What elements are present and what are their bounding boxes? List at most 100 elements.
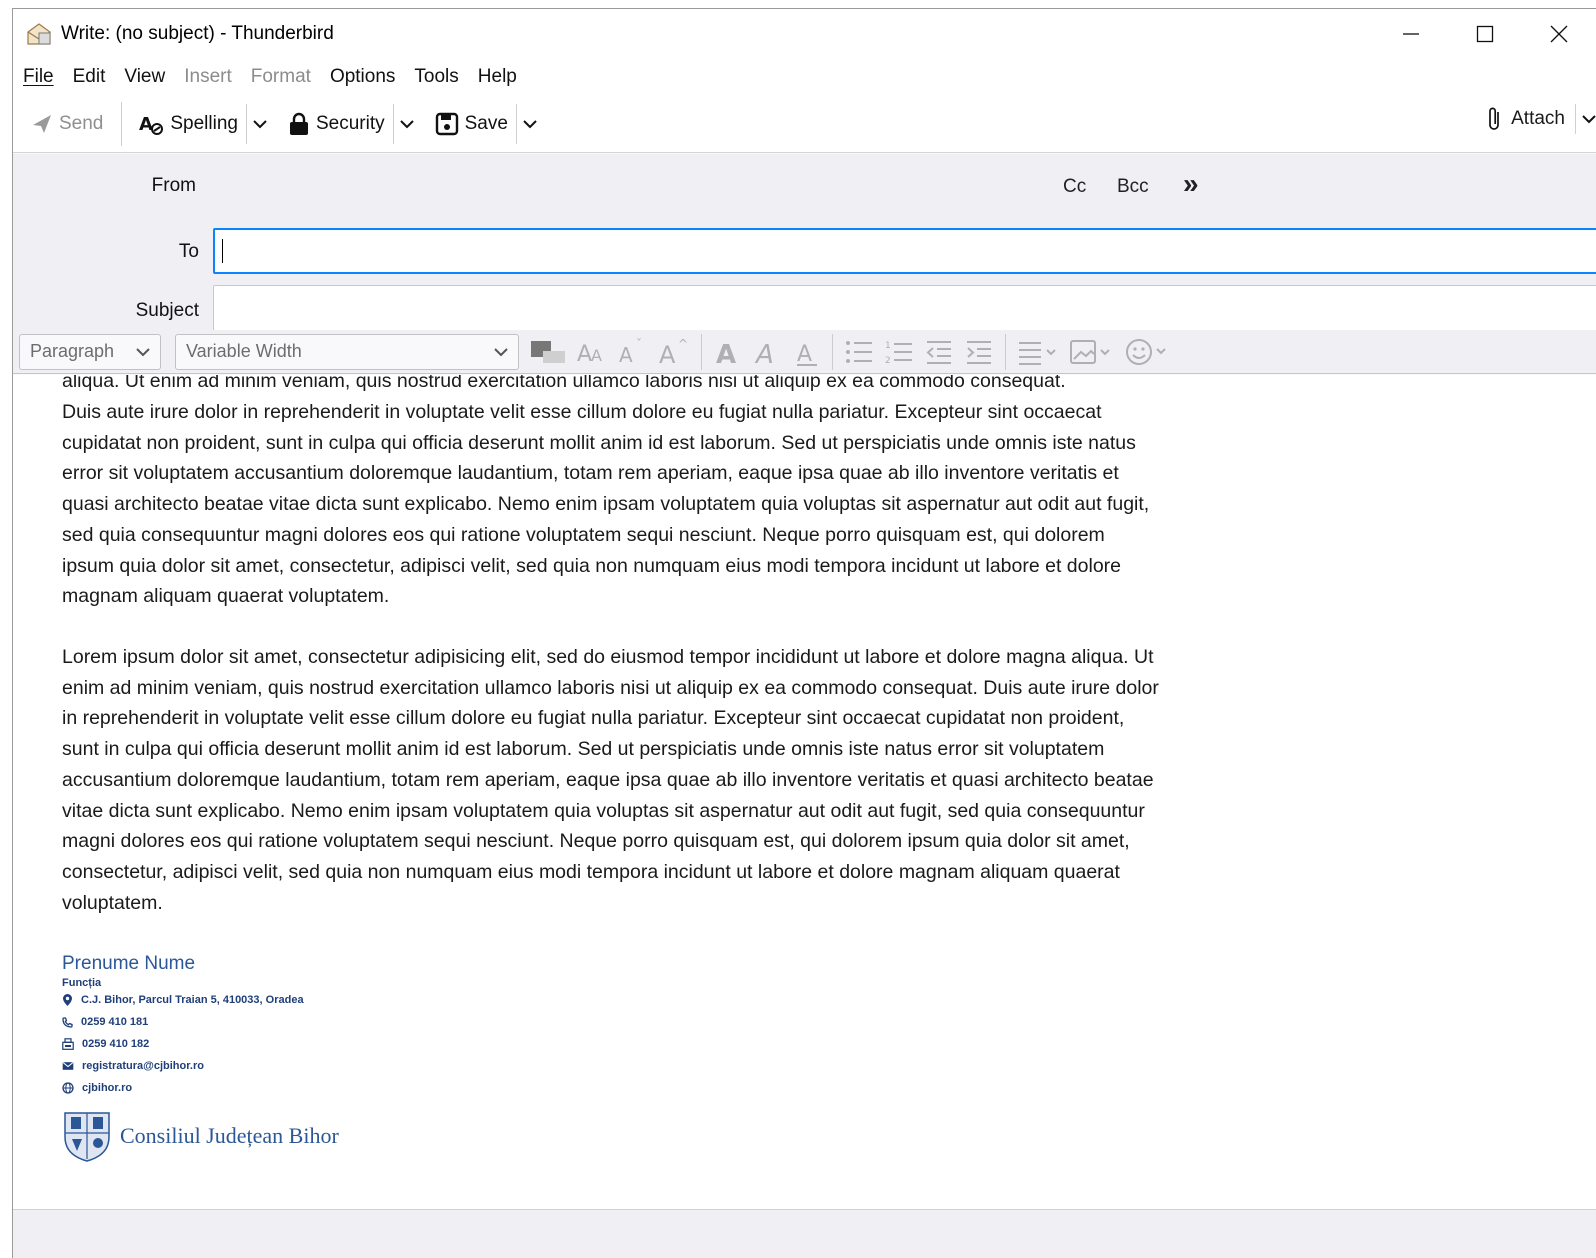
signature-email: registratura@cjbihor.ro <box>62 1055 339 1077</box>
title-bar: Write: (no subject) - Thunderbird <box>13 9 1596 59</box>
attach-label: Attach <box>1511 108 1565 129</box>
paragraph-format-select[interactable]: Paragraph <box>19 333 161 370</box>
save-label: Save <box>464 112 508 134</box>
body-cut-line: aliqua. Ut enim ad minim veniam, quis no… <box>62 375 1066 392</box>
bold-button[interactable]: A <box>714 337 742 367</box>
underline-icon: A <box>797 342 817 367</box>
subject-input[interactable] <box>213 285 1596 331</box>
save-icon <box>435 112 458 135</box>
svg-text:A: A <box>139 114 153 135</box>
underline-button[interactable]: A <box>794 337 820 367</box>
spelling-label: Spelling <box>170 112 238 134</box>
to-label: To <box>178 241 199 262</box>
svg-text:1: 1 <box>885 341 891 351</box>
toolbar-separator <box>121 101 123 146</box>
spelling-icon: A <box>139 114 164 135</box>
indent-icon <box>967 340 991 364</box>
signature-fax-text: 0259 410 182 <box>82 1038 150 1050</box>
chevron-down-icon <box>1582 115 1596 124</box>
menu-view[interactable]: View <box>124 66 165 88</box>
italic-button[interactable]: A <box>754 337 782 367</box>
insert-image-button[interactable] <box>1070 339 1114 365</box>
menu-insert[interactable]: Insert <box>184 66 232 88</box>
send-button[interactable]: Send <box>31 104 103 144</box>
svg-text:A: A <box>797 342 812 367</box>
bullet-list-button[interactable] <box>845 339 873 365</box>
chevron-down-icon <box>400 119 414 128</box>
security-label: Security <box>315 112 385 134</box>
menu-tools[interactable]: Tools <box>414 66 458 88</box>
mail-icon <box>62 1062 74 1070</box>
increase-font-size-button[interactable]: A ^ <box>659 337 689 367</box>
menu-file[interactable]: File <box>23 66 54 88</box>
decrease-font-size-button[interactable]: Aˇ <box>619 337 647 367</box>
lock-icon <box>289 112 308 135</box>
save-button[interactable]: Save <box>435 104 508 144</box>
more-recipient-types-button[interactable]: » <box>1183 168 1199 200</box>
chevron-down-icon <box>136 347 150 356</box>
close-icon <box>1550 25 1568 43</box>
bold-icon: A <box>716 340 736 367</box>
globe-icon <box>62 1082 74 1094</box>
signature-name: Prenume Nume <box>62 953 196 974</box>
close-button[interactable] <box>1522 9 1596 59</box>
indent-button[interactable] <box>965 339 993 365</box>
compose-toolbar: Send A Spelling Security Save Attach <box>13 95 1596 153</box>
security-button[interactable]: Security <box>288 104 385 144</box>
chevron-down-icon <box>523 119 538 128</box>
signature-phone-text: 0259 410 181 <box>81 1016 149 1028</box>
numbered-list-icon: 12 <box>885 341 912 365</box>
svg-text:A: A <box>716 340 736 367</box>
font-size-reset-icon: AA <box>577 342 602 367</box>
text-cursor <box>222 239 223 263</box>
menu-edit[interactable]: Edit <box>73 66 106 88</box>
attach-button[interactable]: Attach <box>1485 104 1596 134</box>
compose-envelope-icon <box>27 23 51 45</box>
spelling-dropdown[interactable] <box>245 103 274 144</box>
color-swatch-icon <box>531 340 565 363</box>
signature-web-link[interactable]: cjbihor.ro <box>82 1082 132 1094</box>
security-dropdown[interactable] <box>392 103 421 144</box>
menu-format[interactable]: Format <box>251 66 311 88</box>
increase-font-icon: A ^ <box>659 337 688 367</box>
svg-text:A: A <box>659 341 676 367</box>
organization-logo: Consiliul Județean Bihor <box>62 1109 339 1163</box>
numbered-list-button[interactable]: 12 <box>885 339 913 365</box>
subject-label: Subject <box>135 300 199 321</box>
font-size-smaller-button[interactable]: AA <box>577 337 607 367</box>
outdent-icon <box>926 340 951 364</box>
signature-email-link[interactable]: registratura@cjbihor.ro <box>82 1060 204 1072</box>
format-buttons: AA Aˇ A ^ A A A 12 <box>531 333 1182 370</box>
to-input[interactable] <box>213 228 1596 274</box>
menu-help[interactable]: Help <box>478 66 517 88</box>
format-toolbar: Paragraph Variable Width AA Aˇ A ^ A A A… <box>13 330 1596 374</box>
text-color-button[interactable] <box>531 337 565 367</box>
format-separator <box>832 333 833 370</box>
signature-address: C.J. Bihor, Parcul Traian 5, 410033, Ora… <box>62 989 339 1011</box>
save-dropdown[interactable] <box>515 103 544 144</box>
format-separator <box>701 333 702 370</box>
body-paragraph-1: Duis aute irure dolor in reprehenderit i… <box>62 401 1150 608</box>
fax-icon <box>62 1038 74 1050</box>
bcc-button[interactable]: Bcc <box>1117 176 1149 198</box>
send-icon <box>33 114 51 133</box>
maximize-button[interactable] <box>1448 9 1522 59</box>
cc-button[interactable]: Cc <box>1063 176 1086 198</box>
window-controls <box>1374 9 1596 59</box>
body-paragraph-2: Lorem ipsum dolor sit amet, consectetur … <box>62 646 1159 914</box>
email-signature: Prenume Nume Funcția C.J. Bihor, Parcul … <box>62 953 339 1163</box>
spelling-button[interactable]: A Spelling <box>138 104 238 144</box>
menu-options[interactable]: Options <box>330 66 395 88</box>
location-pin-icon <box>63 994 72 1006</box>
attach-dropdown[interactable] <box>1575 104 1596 134</box>
outdent-button[interactable] <box>925 339 953 365</box>
maximize-icon <box>1476 25 1494 43</box>
minimize-button[interactable] <box>1374 9 1448 59</box>
message-body-editor[interactable]: aliqua. Ut enim ad minim veniam, quis no… <box>13 375 1596 1209</box>
signature-phone: 0259 410 181 <box>62 1011 339 1033</box>
smiley-icon <box>1126 338 1166 365</box>
font-family-select[interactable]: Variable Width <box>175 333 519 370</box>
alignment-button[interactable] <box>1018 339 1058 365</box>
insert-emoji-button[interactable] <box>1126 338 1170 366</box>
message-headers: From Cc Bcc » To Subject <box>13 154 1596 331</box>
